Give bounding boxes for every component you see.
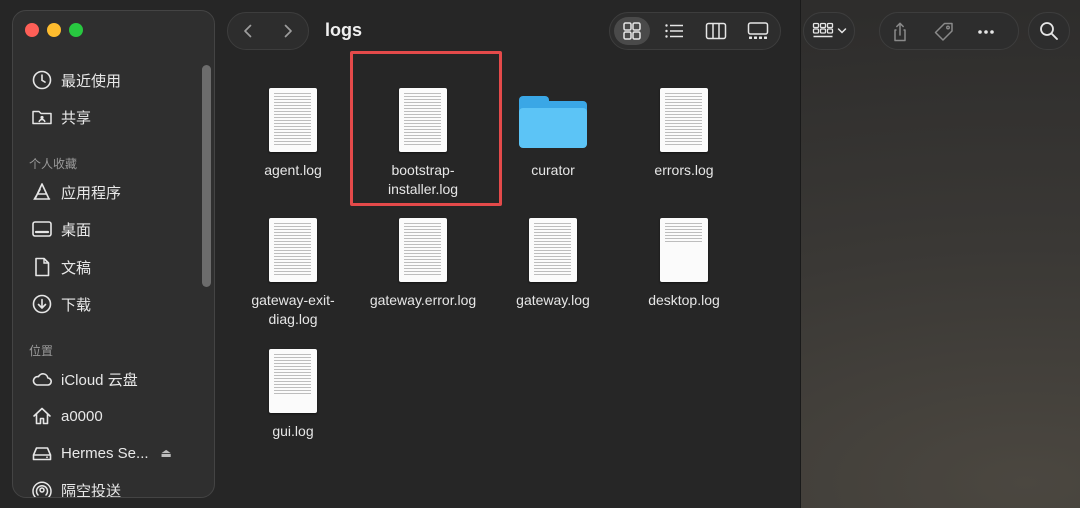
home-icon [33, 407, 51, 425]
sidebar-item-label: 应用程序 [61, 184, 122, 202]
zoom-button[interactable] [69, 23, 83, 37]
minimize-button[interactable] [47, 23, 61, 37]
tag-button[interactable] [926, 18, 962, 46]
cloud-icon [32, 373, 52, 386]
window-title: logs [325, 20, 363, 40]
sidebar-item-label: 隔空投送 [61, 482, 122, 498]
columns-icon [705, 22, 727, 40]
sidebar-section-locations: 位置 [29, 344, 54, 358]
file-label: curator [531, 162, 575, 178]
grid-icon [623, 22, 641, 40]
download-icon [32, 294, 52, 314]
forward-button[interactable] [280, 23, 296, 39]
file-label: gateway-exit- diag.log [251, 292, 335, 327]
file-label: desktop.log [648, 292, 720, 308]
sidebar-item-label: iCloud 云盘 [61, 371, 138, 389]
selection-highlight-box [350, 51, 502, 206]
file-label: gateway.error.log [369, 292, 477, 308]
drive-icon [32, 447, 52, 461]
folder-icon [517, 92, 589, 150]
document-icon [35, 257, 50, 277]
view-mode-selector [609, 12, 781, 50]
chevron-down-icon [837, 28, 846, 34]
sidebar-item-shared[interactable]: 共享 [31, 105, 91, 129]
airdrop-icon [32, 481, 52, 497]
log-document-icon [660, 218, 708, 282]
tag-icon [934, 22, 953, 41]
file-desktop-log[interactable]: desktop.log [624, 212, 744, 310]
log-document-icon [660, 88, 708, 152]
icon-view-button[interactable] [614, 17, 650, 45]
list-view-button[interactable] [656, 17, 692, 45]
list-icon [665, 24, 683, 38]
sidebar-item-icloud[interactable]: iCloud 云盘 [31, 367, 138, 391]
group-icon [812, 22, 833, 38]
shared-folder-icon [32, 110, 52, 125]
file-label: gui.log [272, 423, 314, 439]
log-document-icon [269, 349, 317, 413]
back-button[interactable] [240, 23, 256, 39]
preview-pane [800, 0, 1080, 508]
sidebar-item-hermes-drive[interactable]: Hermes Se... ⏏ [31, 441, 172, 465]
file-gateway-error-log[interactable]: gateway.error.log [363, 212, 483, 310]
gallery-view-button[interactable] [740, 17, 776, 45]
eject-icon[interactable]: ⏏ [161, 446, 172, 460]
sidebar-item-airdrop[interactable]: 隔空投送 [31, 478, 122, 498]
sidebar-item-downloads[interactable]: 下载 [31, 292, 91, 316]
window-controls [25, 23, 83, 37]
more-actions-button[interactable] [968, 18, 1004, 46]
log-document-icon [269, 218, 317, 282]
sidebar-item-label: 共享 [61, 109, 92, 127]
group-by-button[interactable] [803, 12, 855, 50]
sidebar-item-recents[interactable]: 最近使用 [31, 68, 121, 92]
sidebar-item-label: Hermes Se... [61, 444, 149, 462]
sidebar-item-applications[interactable]: 应用程序 [31, 180, 121, 204]
file-errors-log[interactable]: errors.log [624, 82, 744, 180]
action-buttons [879, 12, 1019, 50]
sidebar-item-label: 最近使用 [61, 72, 122, 90]
clock-icon [32, 70, 52, 90]
file-label: agent.log [264, 162, 322, 178]
sidebar-item-label: 桌面 [61, 221, 92, 239]
navigation-buttons [227, 12, 309, 50]
search-button[interactable] [1028, 12, 1070, 50]
sidebar-item-label: 下载 [61, 296, 92, 314]
sidebar-scroll-thumb[interactable] [202, 65, 211, 287]
file-gateway-exit-diag-log[interactable]: gateway-exit- diag.log [233, 212, 353, 329]
close-button[interactable] [25, 23, 39, 37]
folder-curator[interactable]: curator [493, 82, 613, 180]
log-document-icon [269, 88, 317, 152]
log-document-icon [529, 218, 577, 282]
file-agent-log[interactable]: agent.log [233, 82, 353, 180]
share-icon [894, 22, 906, 42]
sidebar-scrollbar[interactable] [202, 65, 211, 497]
ellipsis-icon [978, 30, 994, 34]
file-gateway-log[interactable]: gateway.log [493, 212, 613, 310]
file-label: gateway.log [516, 292, 590, 308]
sidebar-item-desktop[interactable]: 桌面 [31, 217, 91, 241]
sidebar-item-label: a0000 [61, 407, 103, 425]
sidebar-item-label: 文稿 [61, 259, 92, 277]
sidebar: 最近使用 共享 个人收藏 应用程序 桌面 文稿 下载 位置 iCloud 云盘 … [12, 10, 215, 498]
desktop-icon [32, 221, 52, 237]
gallery-icon [747, 22, 769, 39]
sidebar-item-documents[interactable]: 文稿 [31, 255, 91, 279]
file-label: errors.log [654, 162, 714, 178]
applications-icon [33, 183, 51, 200]
search-icon [1040, 22, 1058, 40]
log-document-icon [399, 218, 447, 282]
sidebar-section-favorites: 个人收藏 [29, 157, 78, 171]
file-gui-log[interactable]: gui.log [233, 343, 353, 441]
column-view-button[interactable] [698, 17, 734, 45]
share-button[interactable] [882, 18, 918, 46]
sidebar-item-home[interactable]: a0000 [31, 404, 103, 428]
